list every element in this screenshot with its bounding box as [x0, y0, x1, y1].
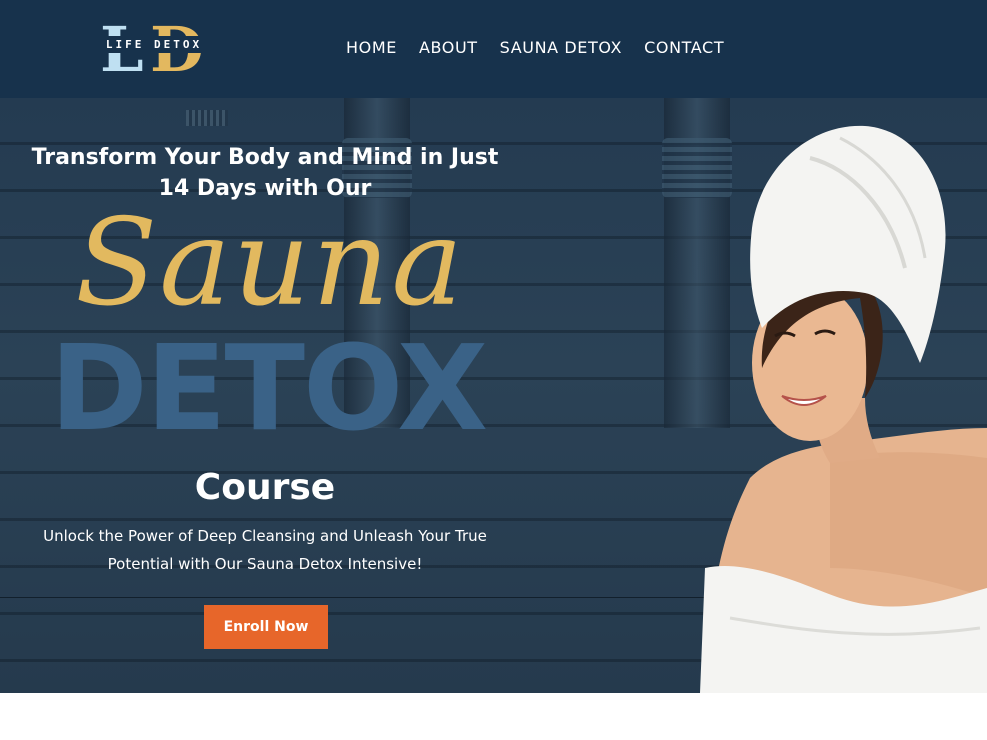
- woman-towel-image: [700, 125, 987, 693]
- detox-big-text: DETOX: [49, 319, 488, 457]
- nav-home[interactable]: HOME: [346, 38, 397, 57]
- main-nav: HOME ABOUT SAUNA DETOX CONTACT: [346, 38, 724, 57]
- course-heading: Course: [194, 467, 336, 508]
- logo[interactable]: L D LIFE DETOX: [96, 19, 212, 81]
- hero-section: Transform Your Body and Mind in Just 14 …: [0, 98, 987, 693]
- nav-sauna-detox[interactable]: SAUNA DETOX: [500, 38, 622, 57]
- sauna-vent: [186, 110, 228, 126]
- enroll-now-button[interactable]: Enroll Now: [204, 605, 328, 649]
- sauna-script-text: Sauna: [75, 194, 465, 333]
- site-header: L D LIFE DETOX HOME ABOUT SAUNA DETOX CO…: [0, 0, 987, 98]
- subtitle-line-1: Unlock the Power of Deep Cleansing and U…: [43, 527, 487, 545]
- logo-text: LIFE DETOX: [100, 36, 208, 53]
- subtitle-line-2: Potential with Our Sauna Detox Intensive…: [107, 555, 423, 573]
- nav-contact[interactable]: CONTACT: [644, 38, 724, 57]
- headline-line-1: Transform Your Body and Mind in Just: [31, 145, 499, 170]
- hero-subtitle: Unlock the Power of Deep Cleansing and U…: [40, 522, 490, 578]
- nav-about[interactable]: ABOUT: [419, 38, 478, 57]
